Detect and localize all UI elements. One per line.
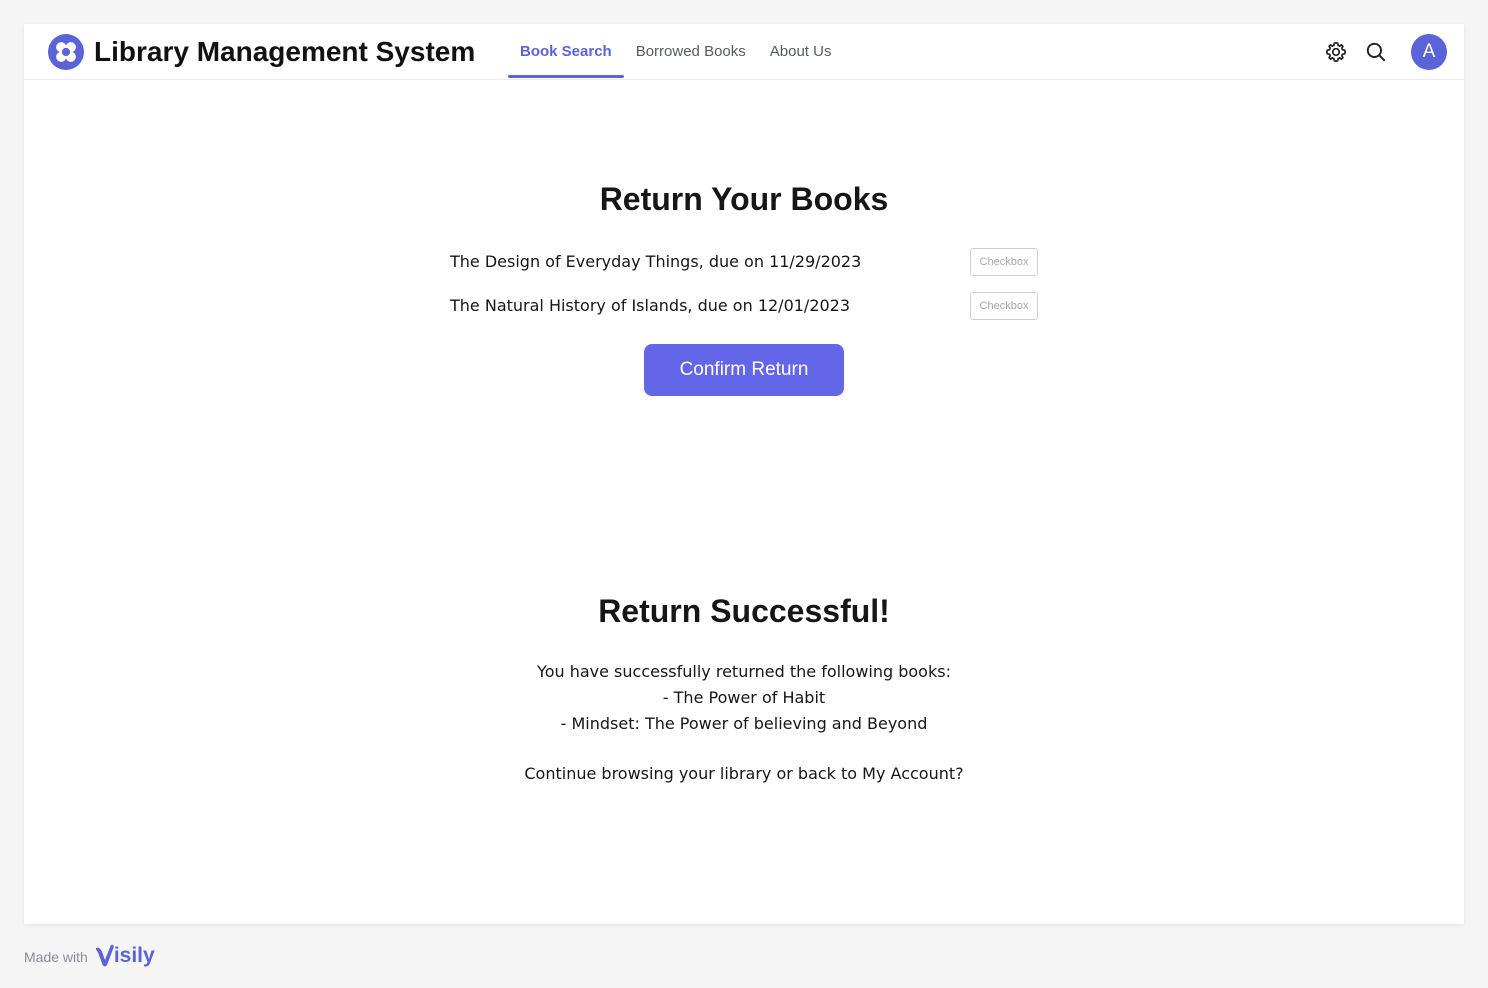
made-with-label: Made with — [24, 949, 88, 965]
borrowed-book-row: The Design of Everyday Things, due on 11… — [450, 248, 1038, 276]
top-navigation-bar: Library Management System Book Search Bo… — [24, 24, 1464, 80]
tab-borrowed-books[interactable]: Borrowed Books — [624, 24, 758, 80]
visily-brand-link[interactable]: isily — [94, 944, 155, 968]
return-checkbox[interactable]: Checkbox — [970, 292, 1038, 320]
app-frame: Library Management System Book Search Bo… — [24, 24, 1464, 924]
tab-about-us[interactable]: About Us — [758, 24, 844, 80]
visily-logo-icon — [95, 944, 114, 967]
return-books-title: Return Your Books — [599, 181, 889, 217]
main-navigation: Book Search Borrowed Books About Us — [508, 24, 843, 80]
search-icon[interactable] — [1364, 40, 1388, 64]
success-message: You have successfully returned the follo… — [537, 662, 951, 681]
made-with-footer: Made with isily — [24, 940, 155, 972]
borrowed-book-row: The Natural History of Islands, due on 1… — [450, 292, 1038, 320]
borrowed-book-text: The Design of Everyday Things, due on 11… — [450, 252, 862, 271]
returned-book-item: - Mindset: The Power of believing and Be… — [560, 714, 928, 733]
user-avatar[interactable]: A — [1411, 34, 1447, 70]
return-checkbox[interactable]: Checkbox — [970, 248, 1038, 276]
app-title: Library Management System — [94, 36, 476, 67]
flower-logo-icon — [48, 34, 84, 70]
borrowed-book-text: The Natural History of Islands, due on 1… — [450, 296, 851, 315]
gear-icon[interactable] — [1324, 40, 1348, 64]
return-success-title: Return Successful! — [598, 593, 890, 629]
returned-book-item: - The Power of Habit — [662, 688, 826, 707]
continue-browsing-text: Continue browsing your library or back t… — [524, 764, 964, 783]
confirm-return-button[interactable]: Confirm Return — [644, 344, 844, 396]
visily-brand-text: isily — [113, 944, 155, 967]
tab-book-search[interactable]: Book Search — [508, 24, 624, 80]
